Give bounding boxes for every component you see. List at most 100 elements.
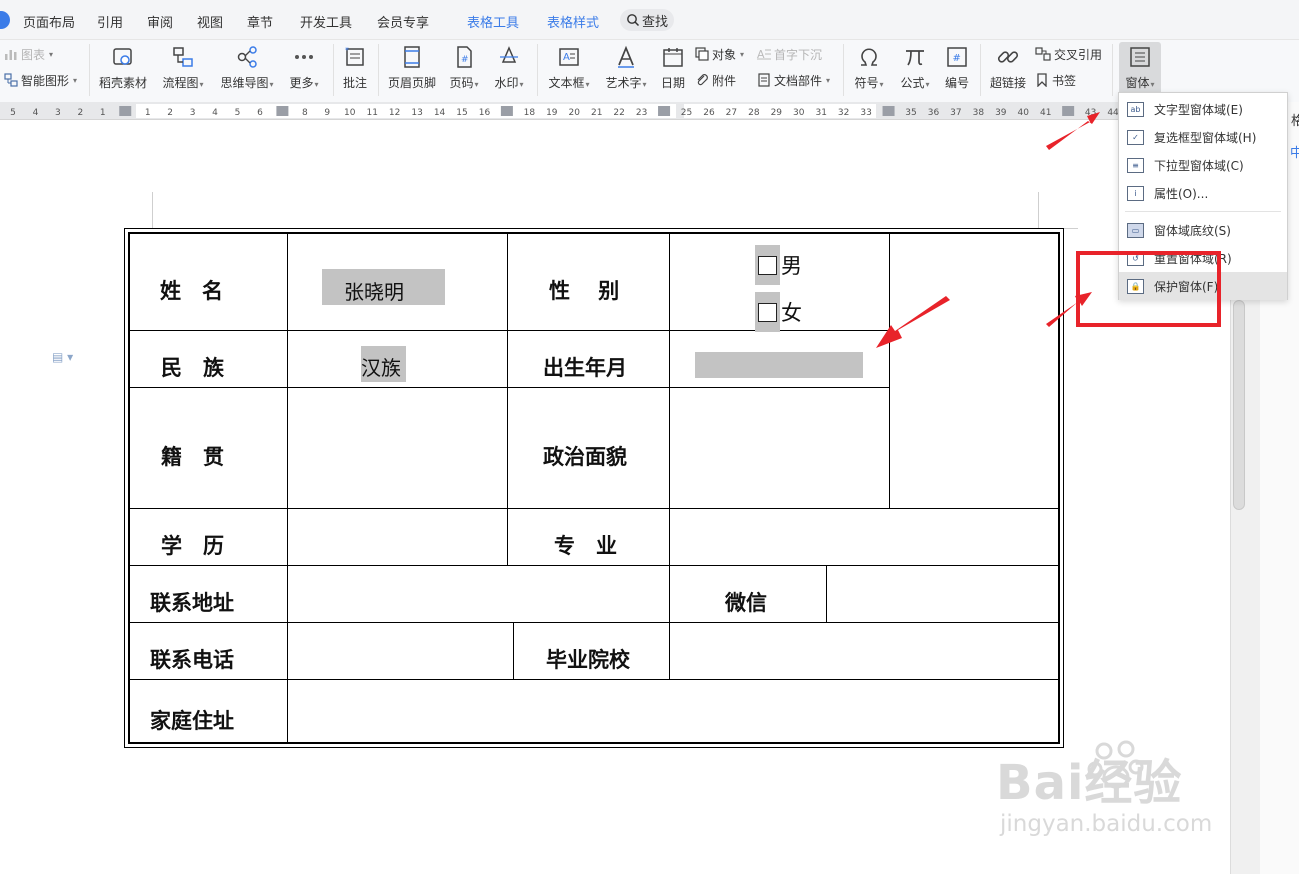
ruler-number: 3 [55, 108, 61, 118]
wordart-icon [618, 45, 634, 68]
tab-developer[interactable]: 开发工具 [300, 12, 352, 31]
ruler-number: 33 [860, 108, 871, 118]
tab-page-layout[interactable]: 页面布局 [23, 12, 75, 31]
menu-item-dropdown-form-field[interactable]: ≡ 下拉型窗体域(C) [1119, 151, 1287, 179]
gender-label: 性 别 [549, 279, 620, 303]
bookmark-button[interactable]: 书签 [1035, 70, 1076, 90]
header-footer-button[interactable]: 页眉页脚 [385, 42, 439, 96]
tab-section[interactable]: 章节 [247, 12, 273, 31]
mindmap-button[interactable]: 思维导图▾ [216, 42, 278, 96]
formula-button[interactable]: 公式▾ [895, 42, 935, 96]
gender-female-checkbox[interactable]: 女 [755, 292, 802, 332]
material-icon [113, 48, 132, 65]
scrollbar-thumb[interactable] [1233, 300, 1245, 510]
dropdown-field-icon: ≡ [1127, 157, 1144, 173]
attachment-button[interactable]: 附件 [695, 70, 736, 90]
ruler-number: 4 [33, 108, 39, 118]
contact-address-label: 联系地址 [150, 591, 234, 615]
ruler-number: 26 [703, 108, 715, 118]
ribbon-separator [378, 44, 379, 96]
search-icon [627, 14, 640, 27]
tab-review[interactable]: 审阅 [147, 12, 173, 31]
calendar-icon [663, 48, 683, 67]
ruler-number: 14 [434, 108, 446, 118]
ribbon-separator [537, 44, 538, 96]
ruler-number: 21 [591, 108, 602, 118]
ruler-number: 16 [479, 108, 491, 118]
object-icon [695, 47, 709, 61]
horizontal-ruler[interactable]: 5 4 3 2 1 1 2 3 4 5 6 8 9 10 11 12 13 14 15 16 18 19 20 21 22 23 2… [0, 102, 1230, 120]
tab-view[interactable]: 视图 [197, 12, 223, 31]
menu-item-text-form-field[interactable]: ab 文字型窗体域(E) [1119, 95, 1287, 123]
tab-references[interactable]: 引用 [97, 12, 123, 31]
form-icon [1130, 47, 1150, 67]
daoke-material-button[interactable]: 稻壳素材 [96, 42, 150, 96]
smartart-button[interactable]: 智能图形 ▾ [4, 70, 77, 90]
table-row-line [130, 387, 890, 388]
ruler-number: 8 [302, 108, 308, 118]
hyperlink-button[interactable]: 超链接 [986, 42, 1030, 96]
ruler-number: 15 [456, 108, 467, 118]
ruler-marker[interactable] [882, 106, 895, 116]
numbering-button[interactable]: # 编号 [941, 42, 973, 96]
watermark-url: jingyan.baidu.com [1000, 811, 1213, 837]
wordart-button[interactable]: 艺术字▾ [601, 42, 651, 96]
symbol-button[interactable]: 符号▾ [850, 42, 888, 96]
flowchart-button[interactable]: 流程图▾ [158, 42, 208, 96]
chart-button[interactable]: 图表 ▾ [4, 44, 53, 64]
home-address-label: 家庭住址 [150, 709, 234, 733]
more-button[interactable]: 更多▾ [284, 42, 324, 96]
ruler-marker[interactable] [658, 106, 671, 116]
ribbon-separator [89, 44, 90, 96]
header-footer-icon [404, 46, 420, 68]
paragraph-settings-icon[interactable]: ▤ ▾ [52, 350, 73, 364]
ruler-marker[interactable] [119, 106, 132, 116]
ruler-number: 9 [324, 108, 330, 118]
ruler-number: 28 [748, 108, 760, 118]
page-number-button[interactable]: # 页码▾ [444, 42, 484, 96]
textbox-button[interactable]: A 文本框▾ [544, 42, 594, 96]
ribbon-separator [1112, 44, 1113, 96]
tab-table-style[interactable]: 表格样式 [547, 12, 599, 31]
ruler-number: 12 [389, 108, 400, 118]
watermark-button[interactable]: 水印▾ [489, 42, 529, 96]
app-logo-icon[interactable] [0, 11, 10, 29]
form-button[interactable]: 窗体▾ [1119, 42, 1161, 96]
tab-member[interactable]: 会员专享 [377, 12, 429, 31]
ruler-number: 32 [838, 108, 849, 118]
name-label: 姓 名 [160, 279, 223, 303]
ruler-number: 13 [411, 108, 422, 118]
birth-date-text-field[interactable] [695, 352, 863, 378]
flowchart-icon [173, 47, 193, 67]
menu-item-checkbox-form-field[interactable]: ✓ 复选框型窗体域(H) [1119, 123, 1287, 151]
omega-icon [861, 48, 877, 66]
menu-item-field-shading[interactable]: ▭ 窗体域底纹(S) [1119, 216, 1287, 244]
object-button[interactable]: 对象 ▾ [695, 44, 744, 64]
comment-button[interactable]: * 批注 [339, 42, 371, 96]
gender-male-checkbox[interactable]: 男 [755, 245, 802, 285]
ethnicity-field-value: 汉族 [361, 356, 401, 380]
ruler-number: 4 [212, 108, 218, 118]
contact-phone-label: 联系电话 [150, 648, 234, 672]
ruler-number: 5 [10, 108, 16, 118]
ruler-number: 1 [100, 108, 106, 118]
ruler-marker[interactable] [276, 106, 289, 116]
table-column-line [826, 565, 827, 622]
ruler-number: 43 [1085, 108, 1096, 118]
ribbon-separator [980, 44, 981, 96]
tab-table-tools[interactable]: 表格工具 [467, 12, 519, 31]
docpart-button[interactable]: 文档部件 ▾ [757, 70, 830, 90]
date-button[interactable]: 日期 [657, 42, 689, 96]
side-panel-link[interactable]: 中 [1290, 142, 1299, 161]
native-place-label: 籍 贯 [161, 445, 224, 469]
ruler-number: 38 [973, 108, 985, 118]
ruler-number: 6 [257, 108, 263, 118]
page-margin-mark [152, 192, 153, 228]
ruler-marker[interactable] [1062, 106, 1075, 116]
ruler-number: 11 [366, 108, 377, 118]
crossref-button[interactable]: 交叉引用 [1035, 44, 1102, 64]
ruler-marker[interactable] [500, 106, 513, 116]
search-button[interactable]: 查找 [620, 9, 674, 31]
dropcap-button[interactable]: A 首字下沉 [757, 44, 822, 64]
menu-item-properties[interactable]: i 属性(O)... [1119, 179, 1287, 207]
